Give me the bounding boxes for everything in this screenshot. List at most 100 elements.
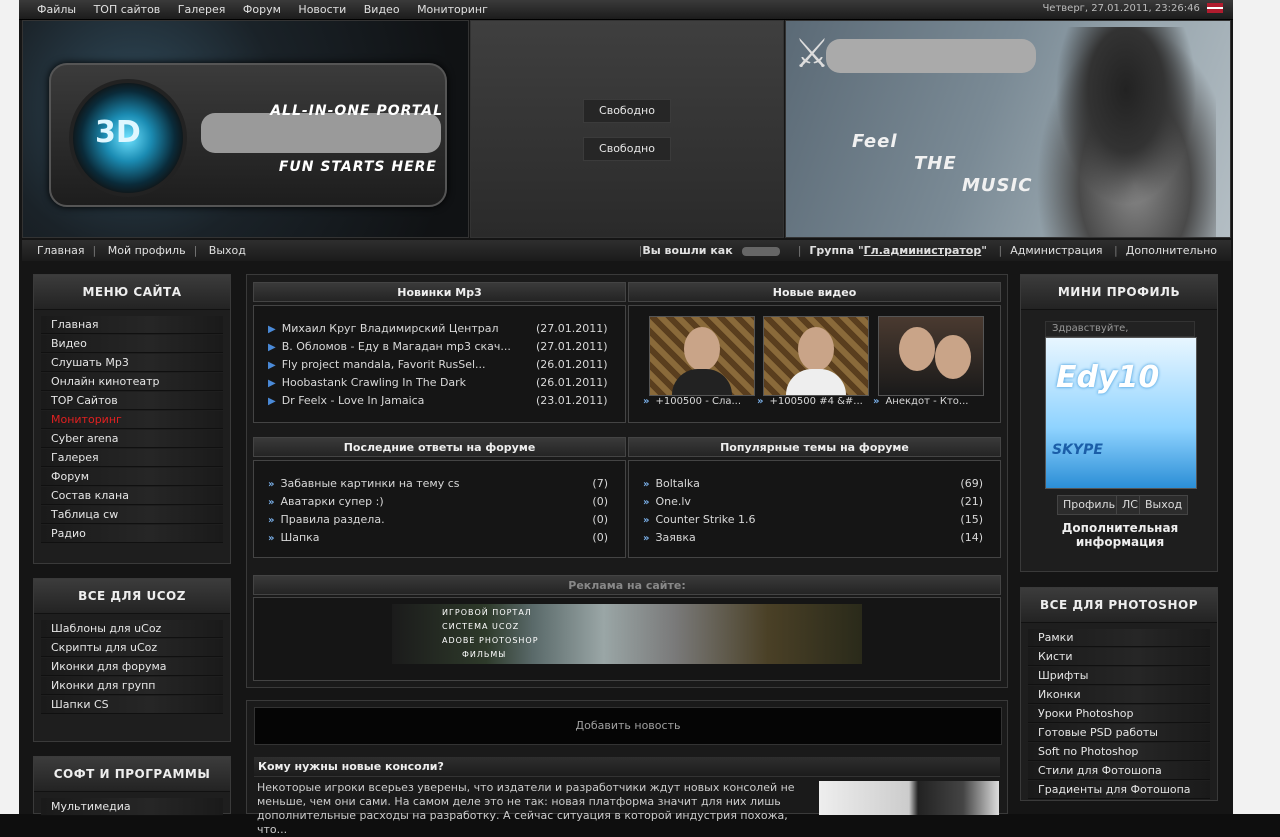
double-arrow-icon: » <box>873 396 880 407</box>
ucoz-item-templates[interactable]: Шаблоны для uCoz <box>41 620 223 638</box>
top-nav-news[interactable]: Новости <box>298 3 346 16</box>
forum-popular-item[interactable]: » Заявка (14) <box>643 529 983 547</box>
mp3-item[interactable]: ▶ Fly project mandala, Favorit RusSel... (… <box>268 356 624 374</box>
ps-item-styles[interactable]: Стили для Фотошопа <box>1028 762 1210 780</box>
mp3-item[interactable]: ▶ В. Обломов - Еду в Магадан mp3 скач... (… <box>268 338 624 356</box>
logout-button[interactable]: Выход <box>1139 495 1189 515</box>
video-caption[interactable]: » Анекдот - Кто... <box>873 396 993 407</box>
mp3-item-title[interactable]: Hoobastank Crawling In The Dark <box>282 376 466 389</box>
ads-block: ИГРОВОЙ ПОРТАЛ СИСТЕМА UCOZ ADOBE PHOTOS… <box>253 597 1001 681</box>
forum-last-item[interactable]: » Шапка (0) <box>268 529 608 547</box>
mini-profile: МИНИ ПРОФИЛЬ Здравствуйте, Edy10 SKYPE П… <box>1020 274 1218 572</box>
forum-popular-item[interactable]: » Counter Strike 1.6 (15) <box>643 511 983 529</box>
menu-item-radio[interactable]: Радио <box>41 525 223 543</box>
group-value[interactable]: Гл.администратор <box>864 244 982 257</box>
double-arrow-icon: » <box>268 479 275 490</box>
mp3-item[interactable]: ▶ Hoobastank Crawling In The Dark (26.01.2… <box>268 374 624 392</box>
menu-item-video[interactable]: Видео <box>41 335 223 353</box>
datetime-text: Четверг, 27.01.2011, 23:26:46 <box>1042 3 1200 14</box>
link-home[interactable]: Главная <box>37 244 85 257</box>
link-admin[interactable]: Администрация <box>1010 244 1102 257</box>
ucoz-item-forum-icons[interactable]: Иконки для форума <box>41 658 223 676</box>
mp3-item-title[interactable]: Fly project mandala, Favorit RusSel... <box>282 358 486 371</box>
forum-popular-item[interactable]: » Boltalka (69) <box>643 475 983 493</box>
video-caption[interactable]: » +100500 #4 &#... <box>757 396 877 407</box>
video-thumb[interactable] <box>649 316 755 396</box>
mp3-item-title[interactable]: Dr Feelx - Love In Jamaica <box>282 394 425 407</box>
flag-icon[interactable] <box>1207 3 1223 13</box>
menu-item-home[interactable]: Главная <box>41 316 223 334</box>
top-nav-monitoring[interactable]: Мониторинг <box>417 3 488 16</box>
double-arrow-icon: » <box>643 497 650 508</box>
profile-button[interactable]: Профиль <box>1057 495 1122 515</box>
ps-item-fonts[interactable]: Шрифты <box>1028 667 1210 685</box>
ad-line: СИСТЕМА UCOZ <box>442 622 520 631</box>
datetime: Четверг, 27.01.2011, 23:26:46 <box>1042 3 1223 14</box>
ps-item-icons[interactable]: Иконки <box>1028 686 1210 704</box>
menu-item-clan[interactable]: Состав клана <box>41 487 223 505</box>
ps-item-psd[interactable]: Готовые PSD работы <box>1028 724 1210 742</box>
free-slot-1[interactable]: Свободно <box>583 99 671 123</box>
logo-tagline-1: ALL-IN-ONE PORTAL <box>270 103 443 119</box>
video-caption[interactable]: » +100500 - Сла... <box>643 396 763 407</box>
ps-item-frames[interactable]: Рамки <box>1028 629 1210 647</box>
ps-item-soft[interactable]: Soft по Photoshop <box>1028 743 1210 761</box>
mp3-item[interactable]: ▶ Михаил Круг Владимирский Централ (27.01.… <box>268 320 624 338</box>
forum-last-item[interactable]: » Забавные картинки на тему cs (7) <box>268 475 608 493</box>
soft-item-multimedia[interactable]: Мультимедиа <box>41 798 223 816</box>
forum-last-item[interactable]: » Аватарки супер :) (0) <box>268 493 608 511</box>
top-nav-video[interactable]: Видео <box>364 3 400 16</box>
avatar-text: Edy10 <box>1056 360 1160 395</box>
forum-last-item[interactable]: » Правила раздела. (0) <box>268 511 608 529</box>
mp3-item[interactable]: ▶ Dr Feelx - Love In Jamaica (23.01.2011) <box>268 392 624 410</box>
window-right-edge <box>1233 0 1280 814</box>
extra-info-link[interactable]: Дополнительная информация <box>1021 521 1219 549</box>
forum-popular-block: » Boltalka (69) » One.lv (21) » Counter Strik… <box>628 460 1001 558</box>
video-thumb[interactable] <box>763 316 869 396</box>
top-nav-gallery[interactable]: Галерея <box>178 3 226 16</box>
menu-item-cw-table[interactable]: Таблица cw <box>41 506 223 524</box>
ps-item-gradients[interactable]: Градиенты для Фотошопа <box>1028 781 1210 799</box>
video-shirt <box>672 369 732 395</box>
news-title[interactable]: Кому нужны новые консоли? <box>254 757 1000 777</box>
site-menu: МЕНЮ САЙТА Главная Видео Слушать Mp3 Онл… <box>33 274 231 564</box>
top-nav-top-sites[interactable]: ТОП сайтов <box>94 3 161 16</box>
menu-item-forum[interactable]: Форум <box>41 468 223 486</box>
ucoz-item-cs-headers[interactable]: Шапки CS <box>41 696 223 714</box>
free-slot-2[interactable]: Свободно <box>583 137 671 161</box>
top-nav-files[interactable]: Файлы <box>37 3 76 16</box>
ad-line: ФИЛЬМЫ <box>462 650 507 659</box>
user-status: |Вы вошли как | Группа "Гл.администратор"… <box>638 244 1217 257</box>
video-face <box>935 335 971 379</box>
mp3-item-title[interactable]: Михаил Круг Владимирский Централ <box>282 322 499 335</box>
forum-popular-item[interactable]: » One.lv (21) <box>643 493 983 511</box>
logo-panel[interactable]: 3D ALL-IN-ONE PORTAL FUN STARTS HERE <box>49 63 447 207</box>
menu-item-cyber-arena[interactable]: Cyber arena <box>41 430 223 448</box>
menu-item-cinema[interactable]: Онлайн кинотеатр <box>41 373 223 391</box>
site-header: 3D ALL-IN-ONE PORTAL FUN STARTS HERE Сво… <box>22 20 1231 238</box>
menu-item-top-sites[interactable]: TOP Сайтов <box>41 392 223 410</box>
site-menu-title: МЕНЮ САЙТА <box>34 275 230 310</box>
double-arrow-icon: » <box>643 515 650 526</box>
username-redacted <box>742 246 781 256</box>
link-more[interactable]: Дополнительно <box>1126 244 1217 257</box>
top-nav-forum[interactable]: Форум <box>243 3 281 16</box>
double-arrow-icon: » <box>757 396 764 407</box>
ads-title: Реклама на сайте: <box>253 575 1001 595</box>
ad-banner[interactable]: ИГРОВОЙ ПОРТАЛ СИСТЕМА UCOZ ADOBE PHOTOS… <box>392 604 862 664</box>
menu-item-monitoring[interactable]: Мониторинг <box>41 411 223 429</box>
ps-item-lessons[interactable]: Уроки Photoshop <box>1028 705 1210 723</box>
mp3-item-title[interactable]: В. Обломов - Еду в Магадан mp3 скач... <box>282 340 511 353</box>
add-news-button[interactable]: Добавить новость <box>254 707 1002 745</box>
ad-line: ADOBE PHOTOSHOP <box>442 636 539 645</box>
ucoz-item-group-icons[interactable]: Иконки для групп <box>41 677 223 695</box>
menu-item-mp3[interactable]: Слушать Mp3 <box>41 354 223 372</box>
play-arrow-icon: ▶ <box>268 342 276 353</box>
link-my-profile[interactable]: Мой профиль <box>108 244 186 257</box>
ps-item-brushes[interactable]: Кисти <box>1028 648 1210 666</box>
link-logout[interactable]: Выход <box>209 244 246 257</box>
avatar[interactable]: Edy10 SKYPE <box>1045 337 1197 489</box>
ucoz-item-scripts[interactable]: Скрипты для uCoz <box>41 639 223 657</box>
menu-item-gallery[interactable]: Галерея <box>41 449 223 467</box>
video-thumb[interactable] <box>878 316 984 396</box>
